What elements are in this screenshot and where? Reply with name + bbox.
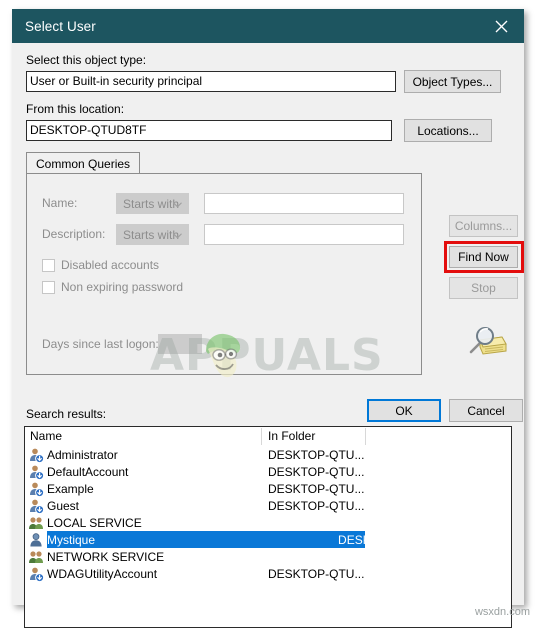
- table-row[interactable]: NETWORK SERVICE: [25, 548, 511, 565]
- row-name: Example: [47, 481, 94, 496]
- column-header-name[interactable]: Name: [30, 429, 62, 443]
- query-name-operator-select[interactable]: Starts with: [116, 193, 189, 214]
- table-row[interactable]: LOCAL SERVICE: [25, 514, 511, 531]
- row-name: LOCAL SERVICE: [47, 515, 142, 530]
- wsxdn-watermark: wsxdn.com: [474, 606, 530, 618]
- query-description-operator-value: Starts with: [123, 227, 180, 242]
- columns-button[interactable]: Columns...: [449, 215, 518, 237]
- select-user-dialog: Select User Select this object type: Use…: [12, 9, 524, 628]
- table-row[interactable]: Administrator DESKTOP-QTU...: [25, 446, 511, 463]
- checkbox-non-expiring-password[interactable]: Non expiring password: [42, 280, 183, 294]
- user-disabled-icon: [30, 465, 44, 480]
- search-results-label: Search results:: [26, 407, 107, 421]
- checkbox-disabled-accounts[interactable]: Disabled accounts: [42, 258, 159, 272]
- window-title: Select User: [25, 18, 96, 34]
- row-in-folder: DESKTOP-QTU...: [268, 447, 365, 462]
- column-divider[interactable]: [365, 428, 366, 445]
- row-in-folder: DESKTOP-QTU...: [268, 498, 365, 513]
- cancel-button[interactable]: Cancel: [449, 399, 523, 422]
- chevron-down-icon: [173, 197, 182, 211]
- query-description-label: Description:: [42, 227, 106, 241]
- close-icon[interactable]: [478, 9, 524, 43]
- user-disabled-icon: [30, 567, 44, 582]
- table-row[interactable]: Example DESKTOP-QTU...: [25, 480, 511, 497]
- ok-button[interactable]: OK: [367, 399, 441, 422]
- query-name-operator-value: Starts with: [123, 196, 180, 211]
- from-location-label: From this location:: [26, 102, 125, 116]
- object-type-label: Select this object type:: [26, 53, 147, 67]
- group-icon: [29, 516, 43, 529]
- user-disabled-icon: [30, 482, 44, 497]
- query-description-operator-select[interactable]: Starts with: [116, 224, 189, 245]
- tab-common-queries-label: Common Queries: [36, 156, 131, 171]
- table-row[interactable]: WDAGUtilityAccount DESKTOP-QTU...: [25, 565, 511, 582]
- checkbox-disabled-accounts-label: Disabled accounts: [61, 258, 160, 272]
- title-bar: Select User: [12, 9, 524, 43]
- row-name: Guest: [47, 498, 80, 513]
- table-row[interactable]: DefaultAccount DESKTOP-QTU...: [25, 463, 511, 480]
- table-row[interactable]: Mystique DESKTOP-QTU...: [25, 531, 511, 548]
- table-row[interactable]: Guest DESKTOP-QTU...: [25, 497, 511, 514]
- group-icon: [29, 550, 43, 563]
- search-folder-icon: [468, 324, 510, 358]
- tab-strip: Common Queries: [26, 152, 422, 174]
- column-header-in-folder[interactable]: In Folder: [268, 429, 315, 443]
- row-in-folder: DESKTOP-QTU...: [268, 566, 365, 581]
- column-divider[interactable]: [261, 428, 262, 445]
- object-types-button[interactable]: Object Types...: [404, 70, 501, 93]
- checkbox-non-expiring-password-label: Non expiring password: [61, 280, 184, 294]
- row-name: DefaultAccount: [47, 464, 129, 479]
- checkbox-box: [42, 258, 55, 272]
- chevron-down-icon: [173, 228, 182, 242]
- object-type-input[interactable]: User or Built-in security principal: [26, 71, 396, 92]
- row-name: Mystique: [47, 532, 96, 547]
- common-queries-panel: Name: Starts with Description: Starts wi…: [26, 173, 422, 375]
- tab-common-queries[interactable]: Common Queries: [26, 152, 141, 174]
- row-name: Administrator: [47, 447, 118, 462]
- locations-button[interactable]: Locations...: [404, 119, 492, 142]
- row-in-folder: DESKTOP-QTU...: [338, 532, 435, 547]
- search-results-list[interactable]: Name In Folder Administrator DESKTOP-QTU.…: [24, 426, 512, 628]
- checkbox-box: [42, 280, 55, 294]
- user-disabled-icon: [30, 499, 44, 514]
- query-name-input[interactable]: [204, 193, 404, 214]
- query-name-label: Name:: [42, 196, 78, 210]
- results-column-header: Name In Folder: [25, 427, 511, 446]
- results-rows-container: Administrator DESKTOP-QTU... DefaultAccoun…: [25, 446, 511, 582]
- row-name: NETWORK SERVICE: [47, 549, 165, 564]
- days-since-last-logon-label: Days since last logon:: [42, 337, 159, 351]
- user-disabled-icon: [30, 448, 44, 463]
- row-name: WDAGUtilityAccount: [47, 566, 158, 581]
- dialog-body: Select this object type: User or Built-i…: [12, 43, 524, 628]
- days-since-last-logon-select[interactable]: [158, 334, 202, 354]
- stop-button[interactable]: Stop: [449, 277, 518, 299]
- find-now-button[interactable]: Find Now: [449, 246, 518, 268]
- row-in-folder: DESKTOP-QTU...: [268, 481, 365, 496]
- query-description-input[interactable]: [204, 224, 404, 245]
- user-icon: [30, 532, 42, 546]
- from-location-input[interactable]: DESKTOP-QTUD8TF: [26, 120, 392, 141]
- row-in-folder: DESKTOP-QTU...: [268, 464, 365, 479]
